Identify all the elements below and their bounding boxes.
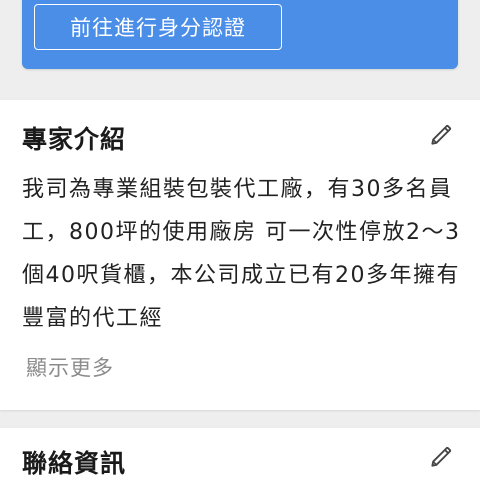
- page: 前往進行身分認證 專家介紹 我司為專業組裝包裝代工廠，有30多名員工，800坪的…: [0, 0, 480, 480]
- expert-introduction-text: 我司為專業組裝包裝代工廠，有30多名員工，800坪的使用廠房 可一次性停放2～3…: [22, 177, 461, 331]
- pencil-icon[interactable]: [428, 444, 454, 470]
- expert-introduction-section: 專家介紹 我司為專業組裝包裝代工廠，有30多名員工，800坪的使用廠房 可一次性…: [0, 100, 480, 410]
- contact-information-section: 聯絡資訊: [0, 428, 480, 480]
- expert-introduction-title: 專家介紹: [22, 125, 127, 154]
- identity-verification-card: 前往進行身分認證: [22, 0, 458, 69]
- show-more-link[interactable]: 顯示更多: [26, 352, 114, 382]
- identity-verification-button[interactable]: 前往進行身分認證: [34, 4, 282, 50]
- contact-information-title: 聯絡資訊: [22, 449, 127, 478]
- pencil-icon[interactable]: [428, 122, 454, 148]
